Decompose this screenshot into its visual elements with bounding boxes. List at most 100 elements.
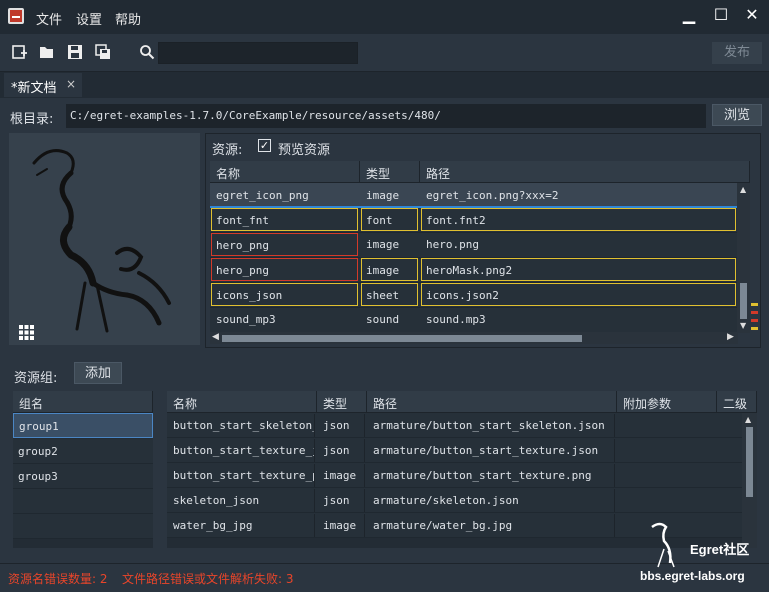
scroll-thumb[interactable] [746,427,753,497]
resources-table: 名称 类型 路径 egret_icon_png image egret_icon… [210,161,750,333]
resource-path: hero.png [426,238,479,251]
resource-type: image [366,189,400,202]
menu-settings[interactable]: 设置 [76,9,102,28]
col-header-params[interactable]: 附加参数 [617,391,717,413]
col-header-path[interactable]: 路径 [367,391,617,413]
scroll-up-icon[interactable]: ▲ [740,185,746,194]
resources-label: 资源: [212,143,243,158]
resource-path: heroMask.png2 [421,258,736,281]
scroll-right-icon[interactable]: ▶ [727,332,734,342]
item-path: armature/button_start_skeleton.json [369,414,615,437]
resource-name: icons_json [211,283,358,306]
resource-preview [9,133,200,345]
group-name: group3 [18,470,58,483]
maximize-icon[interactable]: ☐ [710,4,732,26]
save-icon[interactable] [66,44,84,62]
group-name: group2 [18,445,58,458]
hscroll-thumb[interactable] [222,335,582,342]
item-path: armature/button_start_texture.json [369,439,615,462]
egret-community-watermark: Egret社区 bbs.egret-labs.org [640,519,765,587]
item-path: armature/button_start_texture.png [369,464,615,487]
watermark-brand: Egret社区 [690,542,750,557]
menu-help[interactable]: 帮助 [115,9,141,28]
error-marker [751,311,758,314]
scroll-left-icon[interactable]: ◀ [212,332,219,342]
resource-type: image [361,258,418,281]
name-error-count: 资源名错误数量: 2 [8,572,108,586]
resource-type: image [366,238,400,251]
group-list: 组名 group1 group2 group3 [13,391,153,548]
scroll-thumb[interactable] [740,283,747,319]
group-name: group1 [19,420,59,433]
root-dir-field[interactable]: C:/egret-examples-1.7.0/CoreExample/reso… [66,104,706,128]
open-folder-icon[interactable] [38,44,56,62]
error-marker [751,319,758,322]
col-header-secondary[interactable]: 二级 [717,391,757,413]
item-path: armature/water_bg.jpg [369,514,615,537]
item-name: button_start_texture_js [169,439,315,462]
resource-path: icons.json2 [421,283,736,306]
scroll-up-icon[interactable]: ▲ [745,415,751,424]
path-error-count: 文件路径错误或文件解析失败: 3 [122,572,294,586]
search-icon [138,44,156,62]
resource-name: egret_icon_png [216,189,309,202]
resources-vscrollbar[interactable]: ▲ ▼ [737,183,750,333]
close-window-icon[interactable]: ✕ [741,4,763,26]
col-header-name[interactable]: 名称 [210,161,360,183]
resource-name: sound_mp3 [216,313,276,326]
item-name: button_start_texture_png [169,464,315,487]
resource-type: sound [366,313,400,326]
resources-hscrollbar[interactable]: ◀ ▶ [210,332,738,344]
tab-label: *新文档 [11,81,57,96]
add-group-button[interactable]: 添加 [74,362,122,384]
scroll-down-icon[interactable]: ▼ [740,321,746,330]
group-list-header: 组名 [13,391,153,413]
item-type: json [319,439,365,462]
browse-button[interactable]: 浏览 [712,104,762,126]
search-input[interactable] [158,42,358,64]
toolbar [0,34,769,72]
error-marker [751,303,758,306]
resource-name: font_fnt [211,208,358,231]
col-header-type[interactable]: 类型 [317,391,367,413]
publish-button[interactable]: 发布 [712,42,762,64]
save-all-icon[interactable] [94,44,112,62]
item-type: json [319,489,365,512]
minimize-icon[interactable]: ▁ [678,4,700,26]
heron-logo-icon [651,522,675,568]
preview-resources-checkbox[interactable]: ✓ [258,139,271,152]
list-item-empty [13,514,153,539]
egret-heron-image [32,149,171,333]
app-logo-icon [8,8,24,24]
item-type: json [319,414,365,437]
item-type: image [319,514,365,537]
resource-type: font [361,208,418,231]
tab-close-icon[interactable]: × [66,77,76,91]
item-path: armature/skeleton.json [369,489,615,512]
resource-path: egret_icon.png?xxx=2 [426,189,559,202]
grid-view-icon[interactable] [19,325,34,340]
resource-name: hero_png [211,233,358,256]
col-header-name[interactable]: 名称 [167,391,317,413]
list-item[interactable]: group1 [13,413,153,438]
resource-type: sheet [361,283,418,306]
tab-strip [0,72,769,98]
preview-resources-label: 预览资源 [278,143,331,158]
resource-path: font.fnt2 [421,208,736,231]
list-item-empty [13,489,153,514]
list-item[interactable]: group2 [13,439,153,464]
resource-path: sound.mp3 [426,313,486,326]
new-document-icon[interactable] [11,44,29,62]
list-item[interactable]: group3 [13,464,153,489]
col-header-type[interactable]: 类型 [360,161,420,183]
groups-label: 资源组: [14,371,58,386]
item-name: water_bg_jpg [169,514,315,537]
watermark-url: bbs.egret-labs.org [640,569,745,583]
item-type: image [319,464,365,487]
root-dir-label: 根目录: [10,112,54,127]
resource-name: hero_png [211,258,358,281]
col-header-path[interactable]: 路径 [420,161,750,183]
item-name: button_start_skeleton_js [169,414,315,437]
item-name: skeleton_json [169,489,315,512]
menu-file[interactable]: 文件 [36,9,62,28]
